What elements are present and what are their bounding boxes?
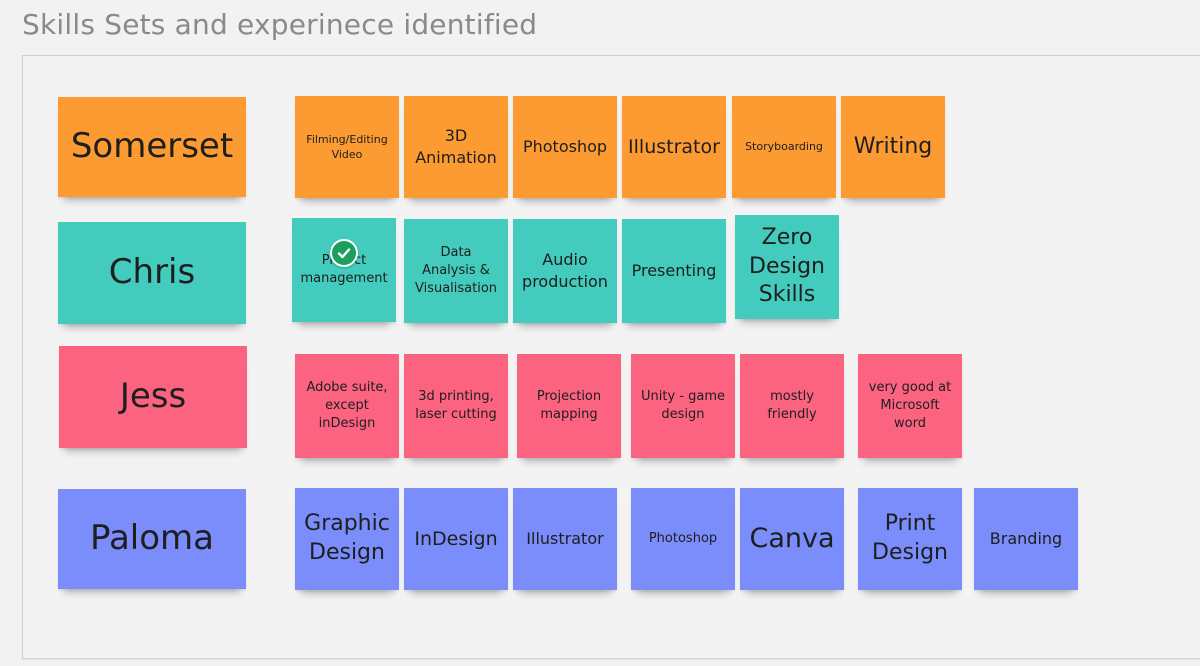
skill-note[interactable]: Adobe suite, except inDesign (295, 354, 399, 458)
board-title: Skills Sets and experinece identified (22, 8, 538, 41)
skill-note[interactable]: Graphic Design (295, 488, 399, 590)
skill-note[interactable]: Photoshop (631, 488, 735, 590)
skill-note[interactable]: Illustrator (513, 488, 617, 590)
skill-note[interactable]: Projection mapping (517, 354, 621, 458)
skill-note[interactable]: Zero Design Skills (735, 215, 839, 319)
name-note-paloma[interactable]: Paloma (58, 489, 246, 589)
name-note-jess[interactable]: Jess (59, 346, 247, 448)
name-note-chris[interactable]: Chris (58, 222, 246, 324)
skill-note[interactable]: Canva (740, 488, 844, 590)
skill-note[interactable]: mostly friendly (740, 354, 844, 458)
skill-note[interactable]: Writing (841, 96, 945, 198)
skill-note[interactable]: Illustrator (622, 96, 726, 198)
skill-note[interactable]: Audio production (513, 219, 617, 323)
skill-note[interactable]: Presenting (622, 219, 726, 323)
skill-note[interactable]: very good at Microsoft word (858, 354, 962, 458)
skill-note[interactable]: Filming/Editing Video (295, 96, 399, 198)
skill-note[interactable]: Photoshop (513, 96, 617, 198)
skill-note[interactable]: Storyboarding (732, 96, 836, 198)
check-circle-icon (330, 239, 358, 267)
skill-note[interactable]: Print Design (858, 488, 962, 590)
skill-note[interactable]: 3D Animation (404, 96, 508, 198)
skill-note[interactable]: Data Analysis & Visualisation (404, 219, 508, 323)
skill-note[interactable]: Project management (292, 218, 396, 322)
skill-note[interactable]: InDesign (404, 488, 508, 590)
skill-note[interactable]: Branding (974, 488, 1078, 590)
name-note-somerset[interactable]: Somerset (58, 97, 246, 197)
skill-note[interactable]: Unity - game design (631, 354, 735, 458)
skill-note[interactable]: 3d printing, laser cutting (404, 354, 508, 458)
